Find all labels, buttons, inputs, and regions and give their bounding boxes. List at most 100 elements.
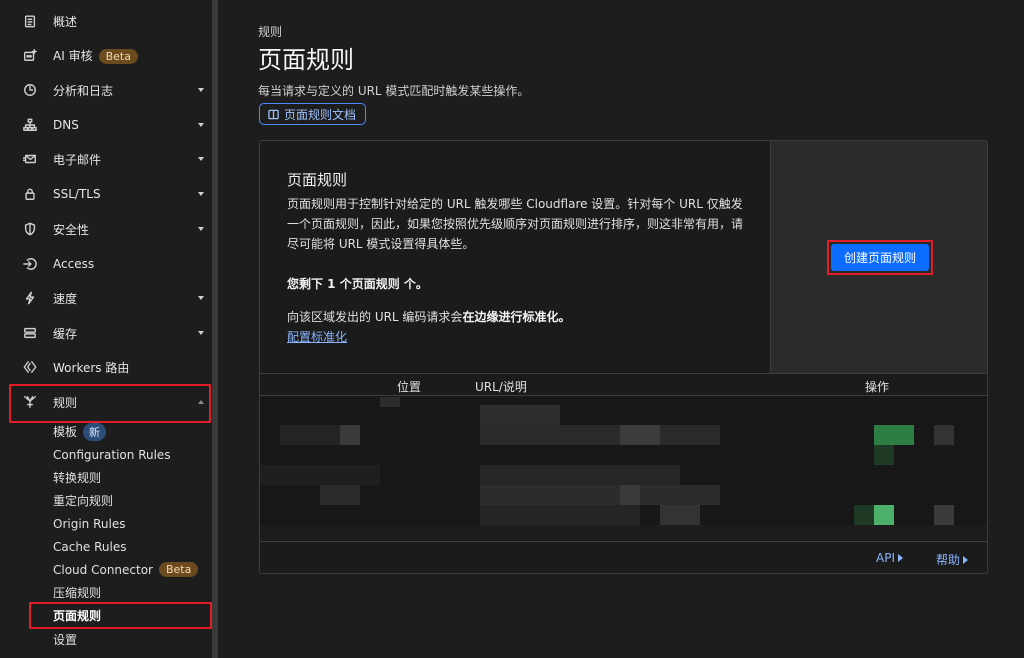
pixel-block <box>480 405 560 425</box>
card-body: 页面规则用于控制针对给定的 URL 触发哪些 Cloudflare 设置。针对每… <box>287 197 744 251</box>
sidebar-subitem-configuration-rules[interactable]: Configuration Rules <box>53 443 171 466</box>
pixel-block <box>934 425 954 445</box>
sidebar-item-access[interactable]: Access <box>0 247 212 281</box>
sidebar-subitem-label: Configuration Rules <box>53 447 171 462</box>
configure-normalization-link[interactable]: 配置标准化 <box>287 328 347 345</box>
chevron-down-icon <box>198 123 204 127</box>
sidebar-subitem-redirect-rules[interactable]: 重定向规则 <box>53 489 113 512</box>
mail-icon <box>22 151 38 167</box>
help-link[interactable]: 帮助 <box>936 551 969 568</box>
highlight-box-page-rules <box>29 602 212 629</box>
bolt-icon <box>22 290 38 306</box>
pixel-block <box>480 505 640 525</box>
api-link[interactable]: API <box>876 551 903 565</box>
sidebar-item-ssl-tls[interactable]: SSL/TLS <box>0 177 212 211</box>
sidebar-subitem-origin-rules[interactable]: Origin Rules <box>53 512 125 535</box>
network-icon <box>22 117 38 133</box>
column-header-position: 位置 <box>397 380 422 394</box>
table-header: 位置 URL/说明 操作 <box>260 373 987 396</box>
card-title: 页面规则 <box>287 171 348 189</box>
pixel-block <box>380 397 400 407</box>
sidebar-item-label: 概述 <box>53 14 78 29</box>
sidebar-subitem-cache-rules[interactable]: Cache Rules <box>53 535 127 558</box>
sidebar-subitem-label: 重定向规则 <box>53 494 114 508</box>
page-rules-docs-button[interactable]: 页面规则文档 <box>259 103 367 125</box>
shield-icon <box>22 221 38 237</box>
pixel-block-green <box>874 425 914 445</box>
sidebar-subitem-label: Origin Rules <box>53 516 126 531</box>
sidebar-subitem-label: 压缩规则 <box>53 586 102 600</box>
table-body-pixelated <box>260 397 987 540</box>
pixel-block <box>934 505 954 525</box>
clock-chart-icon <box>22 82 38 98</box>
sidebar-item-label: SSL/TLS <box>53 187 101 201</box>
docs-button-label: 页面规则文档 <box>284 107 357 122</box>
normalization-text: 向该区域发出的 URL 编码请求会在边缘进行标准化。 <box>287 308 570 325</box>
pixel-block <box>480 465 680 485</box>
pixel-block <box>260 525 987 540</box>
access-icon <box>22 256 38 272</box>
column-header-actions: 操作 <box>865 380 890 394</box>
chevron-down-icon <box>198 296 204 300</box>
card-action-panel: 创建页面规则 <box>770 141 987 373</box>
sidebar-item-label: 缓存 <box>53 326 78 341</box>
sidebar: 概述 AI 审核 Beta 分析和日志 DNS 电子邮件 SSL/TLS 安全性 … <box>0 0 212 658</box>
sidebar-item-analytics[interactable]: 分析和日志 <box>0 73 212 107</box>
sidebar-item-speed[interactable]: 速度 <box>0 281 212 315</box>
sidebar-subitem-label: Cloud Connector <box>53 562 153 577</box>
sidebar-item-label: Workers 路由 <box>53 360 130 375</box>
sidebar-subitem-label: 设置 <box>53 633 78 647</box>
sidebar-item-cache[interactable]: 缓存 <box>0 316 212 350</box>
lock-icon <box>22 186 38 202</box>
pixel-block <box>480 425 720 445</box>
workers-icon <box>22 359 38 375</box>
pixel-block <box>620 485 640 505</box>
sidebar-subitem-templates[interactable]: 模板新 <box>53 420 107 443</box>
pixel-block-green <box>854 505 874 525</box>
column-header-url: URL/说明 <box>475 380 527 394</box>
normalization-bold: 在边缘进行标准化。 <box>462 310 571 324</box>
sidebar-subitem-label: 模板 <box>53 425 78 439</box>
help-link-label: 帮助 <box>936 553 961 567</box>
sidebar-subitem-cloud-connector[interactable]: Cloud Connector Beta <box>53 558 199 581</box>
highlight-box-rules <box>9 384 211 423</box>
sidebar-subitem-transform-rules[interactable]: 转换规则 <box>53 466 101 489</box>
sidebar-item-overview[interactable]: 概述 <box>0 4 212 38</box>
pixel-block <box>320 485 360 505</box>
sidebar-subitem-settings[interactable]: 设置 <box>53 628 77 651</box>
pixel-block <box>260 465 380 485</box>
api-link-label: API <box>876 551 895 565</box>
card-info-panel: 页面规则 页面规则用于控制针对给定的 URL 触发哪些 Cloudflare 设… <box>260 141 770 373</box>
chevron-down-icon <box>198 331 204 335</box>
sidebar-item-label: 安全性 <box>53 222 90 237</box>
sidebar-item-label: Access <box>53 257 95 271</box>
page-description: 每当请求与定义的 URL 模式匹配时触发某些操作。 <box>258 84 530 98</box>
sidebar-item-label: 分析和日志 <box>53 83 114 98</box>
sidebar-subitem-label: 转换规则 <box>53 471 102 485</box>
pixel-block <box>340 425 360 445</box>
main-content: 规则 页面规则 每当请求与定义的 URL 模式匹配时触发某些操作。 页面规则文档… <box>218 0 1024 658</box>
sidebar-item-label: 速度 <box>53 291 78 306</box>
pixel-block <box>480 485 720 505</box>
pixel-block <box>620 425 660 445</box>
beta-badge: Beta <box>158 562 199 577</box>
chevron-down-icon <box>198 227 204 231</box>
breadcrumb[interactable]: 规则 <box>258 23 282 40</box>
clipboard-icon <box>22 13 38 29</box>
sidebar-item-label: AI 审核 <box>53 48 93 63</box>
sidebar-item-workers-routes[interactable]: Workers 路由 <box>0 350 212 384</box>
beta-badge: Beta <box>98 48 138 64</box>
sidebar-item-ai-audit[interactable]: AI 审核 Beta <box>0 38 212 72</box>
sidebar-item-dns[interactable]: DNS <box>0 108 212 142</box>
sidebar-subitem-label: Cache Rules <box>53 539 127 554</box>
pixel-block-green <box>874 505 894 525</box>
table-footer: API 帮助 <box>260 541 987 573</box>
pixel-block-green <box>874 445 894 465</box>
sidebar-subitem-compression-rules[interactable]: 压缩规则 <box>53 581 101 604</box>
chevron-down-icon <box>198 192 204 196</box>
new-badge: 新 <box>83 422 107 441</box>
sidebar-item-email[interactable]: 电子邮件 <box>0 142 212 176</box>
sidebar-item-security[interactable]: 安全性 <box>0 212 212 246</box>
triangle-right-icon <box>897 554 903 562</box>
highlight-box-create-button <box>827 240 933 275</box>
